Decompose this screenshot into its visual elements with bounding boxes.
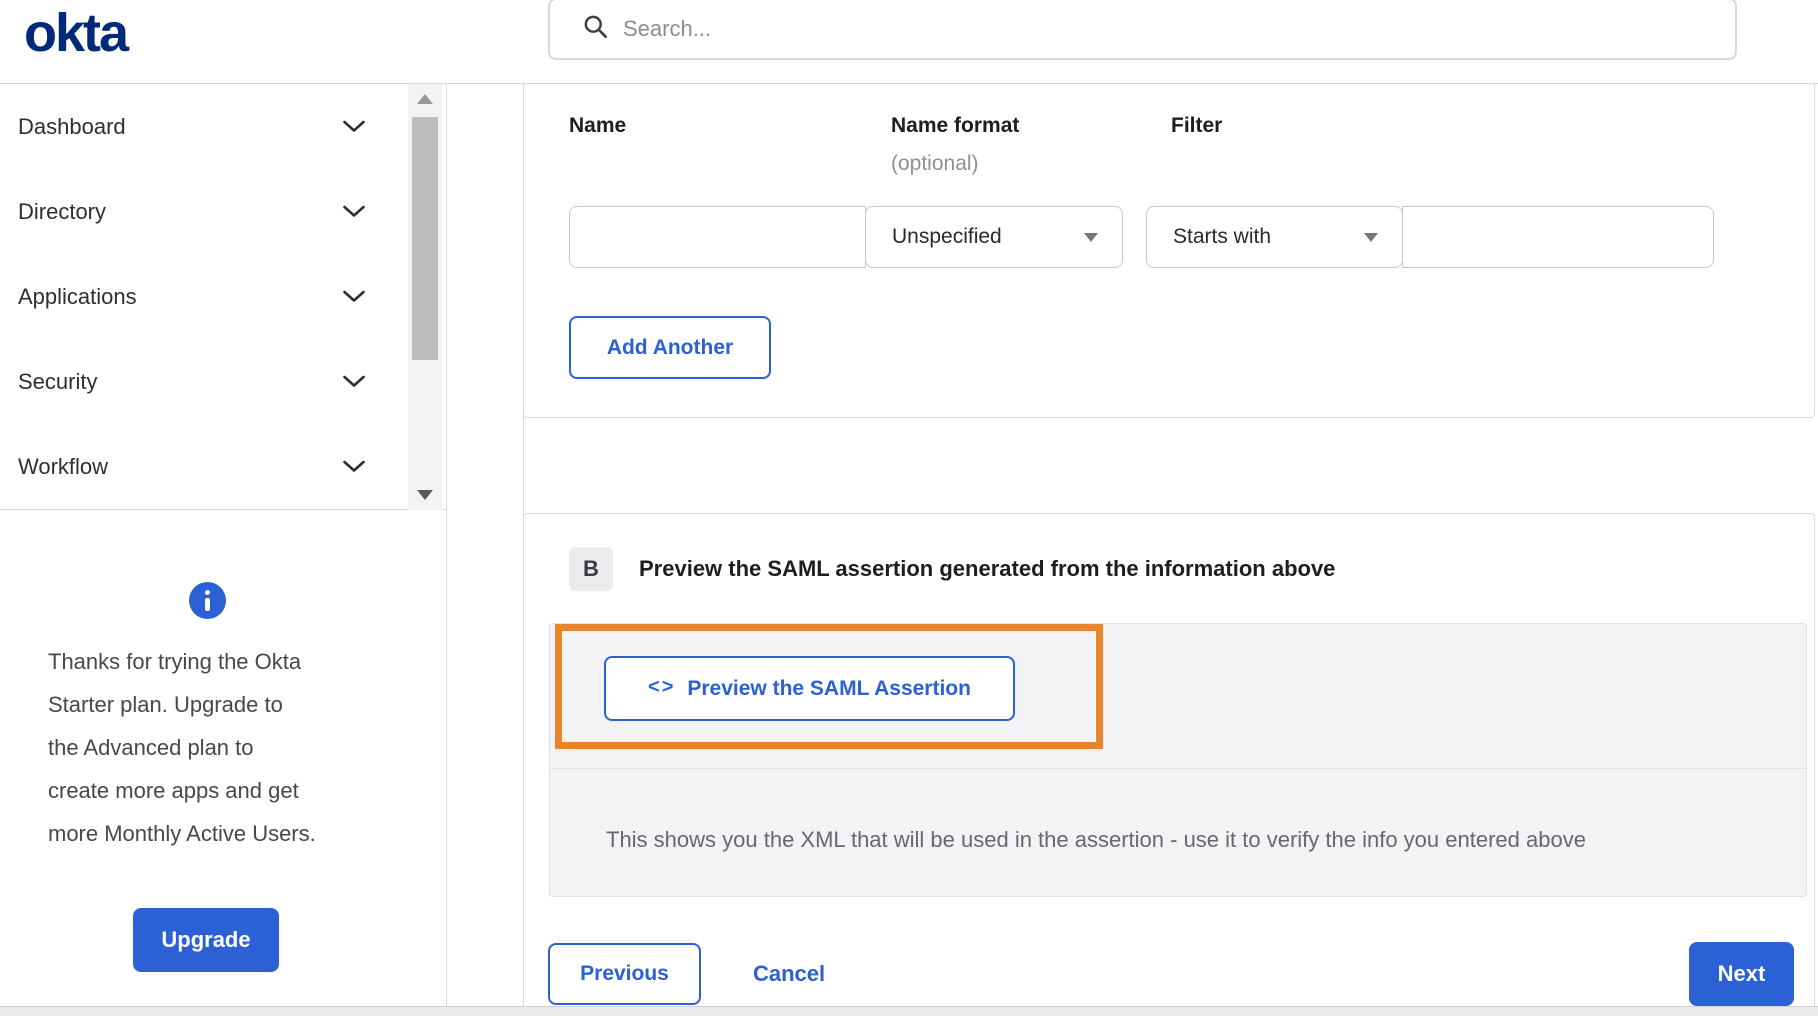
upgrade-message-line: create more apps and get [48, 778, 299, 803]
sidebar-item-dashboard[interactable]: Dashboard [0, 84, 446, 169]
info-icon [189, 582, 226, 619]
search-icon [582, 13, 609, 45]
sidebar-item-applications[interactable]: Applications [0, 254, 446, 339]
scroll-down-button[interactable] [408, 480, 442, 510]
name-column-label: Name [569, 114, 627, 137]
upgrade-message-line: more Monthly Active Users. [48, 821, 316, 846]
previous-button[interactable]: Previous [548, 943, 701, 1005]
saml-preview-card: B Preview the SAML assertion generated f… [523, 513, 1815, 1016]
sidebar-item-security[interactable]: Security [0, 339, 446, 424]
sidebar-item-label: Security [18, 368, 98, 394]
upgrade-message-line: Thanks for trying the Okta [48, 649, 302, 674]
upgrade-button[interactable]: Upgrade [133, 908, 279, 972]
okta-logo[interactable]: okta [24, 2, 129, 64]
triangle-up-icon [417, 94, 433, 104]
scrollbar-thumb[interactable] [412, 117, 438, 360]
okta-admin-screen: okta Dashboard Directory [0, 0, 1818, 1016]
preview-section-title: Preview the SAML assertion generated fro… [639, 556, 1336, 581]
search-input[interactable] [623, 16, 1735, 42]
sidebar-item-label: Applications [18, 283, 137, 309]
triangle-down-icon [417, 490, 433, 500]
search-bar[interactable] [548, 0, 1737, 60]
preview-panel: <> Preview the SAML Assertion This shows… [549, 623, 1807, 897]
chevron-down-icon [342, 375, 366, 388]
upgrade-message-line: the Advanced plan to [48, 735, 254, 760]
preview-saml-assertion-button[interactable]: <> Preview the SAML Assertion [604, 656, 1015, 721]
code-icon: <> [648, 676, 676, 698]
name-format-optional-hint: (optional) [891, 152, 979, 175]
sidebar-item-directory[interactable]: Directory [0, 169, 446, 254]
preview-description: This shows you the XML that will be used… [606, 827, 1586, 852]
sidebar-right-divider [446, 84, 447, 1006]
name-format-select[interactable]: Unspecified [865, 206, 1123, 268]
attribute-name-input[interactable] [569, 206, 866, 268]
chevron-down-icon [342, 120, 366, 133]
next-button[interactable]: Next [1689, 942, 1794, 1006]
step-b-badge: B [569, 547, 613, 591]
sidebar-item-workflow[interactable]: Workflow [0, 424, 446, 509]
add-another-button[interactable]: Add Another [569, 316, 771, 379]
page-bottom-strip [0, 1006, 1818, 1016]
chevron-down-icon [342, 460, 366, 473]
panel-divider [550, 768, 1806, 769]
upgrade-message: Thanks for trying the Okta Starter plan.… [48, 640, 408, 855]
top-header: okta [0, 0, 1818, 84]
sidebar-scrollbar[interactable] [408, 84, 442, 510]
sidebar-item-label: Directory [18, 198, 107, 224]
dropdown-arrow-icon [1364, 232, 1378, 242]
scroll-up-button[interactable] [408, 84, 442, 114]
filter-type-select[interactable]: Starts with [1146, 206, 1403, 268]
chevron-down-icon [342, 205, 366, 218]
cancel-link[interactable]: Cancel [753, 943, 825, 1005]
sidebar-item-label: Workflow [18, 453, 109, 479]
filter-value-input[interactable] [1402, 206, 1714, 268]
name-format-selected-value: Unspecified [892, 225, 1002, 248]
filter-type-selected-value: Starts with [1173, 225, 1272, 248]
upgrade-message-line: Starter plan. Upgrade to [48, 692, 283, 717]
filter-column-label: Filter [1171, 114, 1223, 137]
sidebar-item-label: Dashboard [18, 113, 126, 139]
sidebar-nav: Dashboard Directory Applications Securit… [0, 84, 446, 510]
preview-button-label: Preview the SAML Assertion [687, 676, 971, 700]
attribute-form-card: Name Name format (optional) Filter Unspe… [523, 83, 1815, 418]
dropdown-arrow-icon [1084, 232, 1098, 242]
chevron-down-icon [342, 290, 366, 303]
name-format-column-label: Name format [891, 114, 1020, 137]
